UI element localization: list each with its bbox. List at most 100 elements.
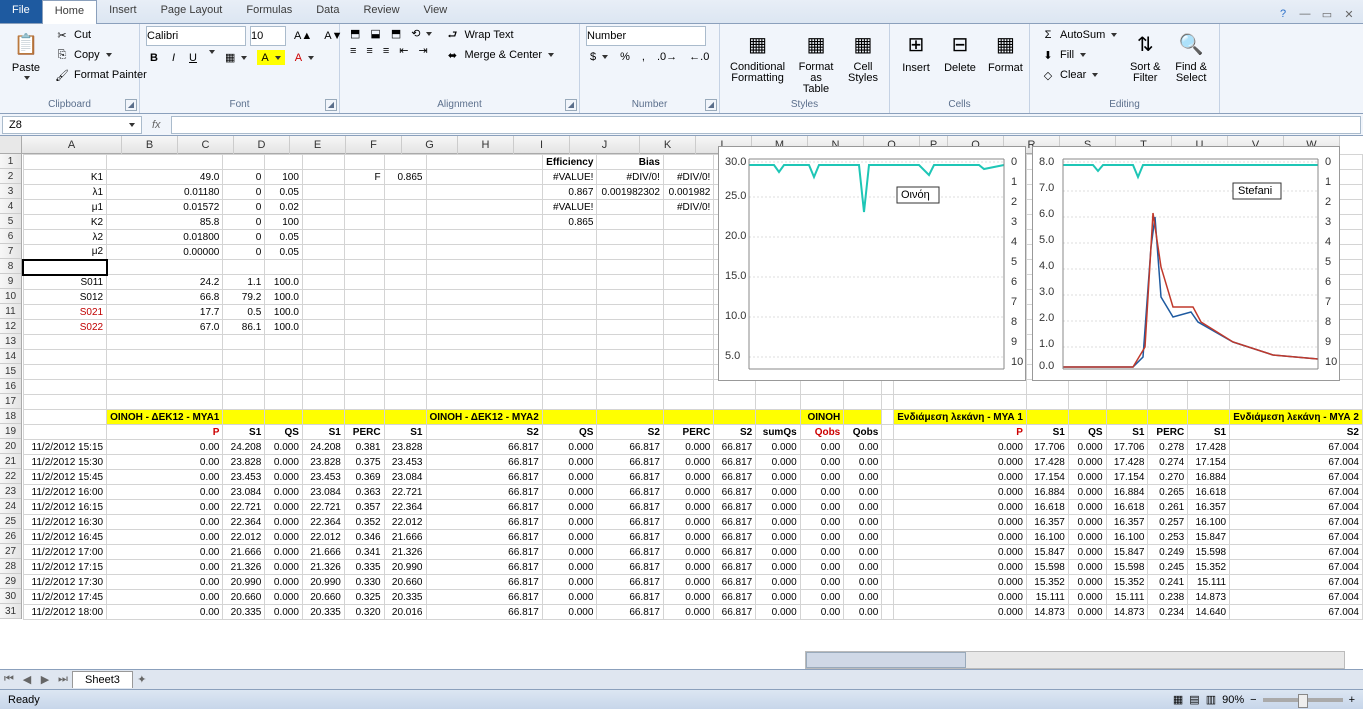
zoom-in-button[interactable]: + [1349, 694, 1355, 706]
cell[interactable]: 0.01800 [107, 230, 223, 245]
cell[interactable]: 0.000 [265, 545, 303, 560]
cell[interactable]: 0.000 [1068, 545, 1106, 560]
cell[interactable]: 66.817 [426, 440, 542, 455]
cell[interactable]: 22.012 [223, 530, 265, 545]
cell[interactable]: 23.084 [223, 485, 265, 500]
cell[interactable] [1188, 410, 1230, 425]
cell[interactable]: 0.000 [663, 500, 713, 515]
format-as-table-button[interactable]: ▦Format as Table [793, 26, 839, 97]
sheet-tab[interactable]: Sheet3 [72, 671, 133, 688]
cell[interactable]: 66.817 [714, 470, 756, 485]
cell[interactable] [663, 290, 713, 305]
sort-filter-button[interactable]: ⇅Sort & Filter [1125, 26, 1165, 86]
cell[interactable]: 0.000 [542, 575, 597, 590]
cell[interactable]: 15.598 [1106, 560, 1148, 575]
find-select-button[interactable]: 🔍Find & Select [1169, 26, 1213, 86]
cell[interactable] [542, 350, 597, 365]
cell[interactable] [714, 395, 756, 410]
cell[interactable]: 0.352 [344, 515, 384, 530]
cell[interactable] [302, 230, 344, 245]
cell[interactable]: 0.00 [107, 575, 223, 590]
row-header[interactable]: 7 [0, 244, 21, 259]
row-header[interactable]: 30 [0, 589, 21, 604]
cell[interactable] [756, 410, 800, 425]
cell[interactable] [384, 320, 426, 335]
cell[interactable] [223, 365, 265, 380]
cell[interactable] [1148, 395, 1188, 410]
cell[interactable]: 66.817 [714, 500, 756, 515]
cell[interactable]: 0.00 [844, 530, 882, 545]
row-header[interactable]: 25 [0, 514, 21, 529]
cell[interactable]: 0.865 [542, 215, 597, 230]
cell[interactable]: 11/2/2012 15:30 [23, 455, 107, 470]
worksheet-grid[interactable]: ABCDEFGHIJKLMNOPQRSTUVW 1234567891011121… [0, 136, 1363, 649]
minimize-icon[interactable]: — [1297, 6, 1313, 22]
cell[interactable]: S1 [1026, 425, 1068, 440]
cell[interactable]: S2 [597, 425, 663, 440]
cell[interactable] [882, 500, 894, 515]
cell[interactable]: μ2 [23, 245, 107, 260]
cell[interactable]: 0.270 [1148, 470, 1188, 485]
cell[interactable] [384, 410, 426, 425]
cell[interactable]: 23.084 [302, 485, 344, 500]
cell[interactable]: 0.245 [1148, 560, 1188, 575]
cell[interactable]: 66.817 [714, 605, 756, 620]
cell[interactable] [344, 260, 384, 275]
cell[interactable]: 0.000 [1068, 575, 1106, 590]
cell[interactable]: 0.000 [894, 545, 1027, 560]
cell[interactable]: 16.100 [1106, 530, 1148, 545]
cell[interactable]: 0.00 [107, 530, 223, 545]
clipboard-launcher-icon[interactable]: ◢ [125, 99, 137, 111]
cell[interactable]: 0.00000 [107, 245, 223, 260]
cell[interactable] [302, 170, 344, 185]
cell[interactable]: 0.000 [663, 575, 713, 590]
cell[interactable]: 0.320 [344, 605, 384, 620]
inc-decimal-button[interactable]: .0→ [653, 50, 681, 64]
cell[interactable]: 0.00 [107, 500, 223, 515]
cell[interactable]: 0.000 [756, 515, 800, 530]
cell[interactable]: ΟΙΝΟΗ - ΔΕΚ12 - ΜΥΑ2 [426, 410, 542, 425]
col-header[interactable]: E [290, 136, 346, 154]
cell[interactable] [1188, 395, 1230, 410]
cell[interactable]: 14.873 [1026, 605, 1068, 620]
dec-indent-button[interactable]: ⇤ [395, 43, 412, 58]
cell[interactable]: 23.084 [384, 470, 426, 485]
cell[interactable] [302, 275, 344, 290]
cell[interactable]: 22.012 [302, 530, 344, 545]
align-left-button[interactable]: ≡ [346, 43, 360, 58]
cell[interactable] [265, 260, 303, 275]
number-format-select[interactable] [586, 26, 706, 46]
cell[interactable]: 20.335 [384, 590, 426, 605]
cell[interactable]: 0.000 [1068, 560, 1106, 575]
cell[interactable]: 0.000 [756, 590, 800, 605]
cell[interactable]: 0.00 [107, 485, 223, 500]
cell[interactable]: 0.000 [756, 470, 800, 485]
percent-button[interactable]: % [616, 50, 634, 64]
cell[interactable]: 0.274 [1148, 455, 1188, 470]
cell[interactable]: S011 [23, 275, 107, 290]
cell[interactable]: 0.00 [844, 470, 882, 485]
currency-button[interactable]: $ [586, 50, 612, 64]
row-header[interactable]: 26 [0, 529, 21, 544]
italic-button[interactable]: I [168, 50, 179, 65]
format-painter-button[interactable]: 🖌Format Painter [50, 66, 151, 84]
cell[interactable] [223, 395, 265, 410]
row-header[interactable]: 15 [0, 364, 21, 379]
cell[interactable]: Qobs [800, 425, 844, 440]
autosum-button[interactable]: ΣAutoSum [1036, 26, 1121, 44]
cell[interactable] [882, 575, 894, 590]
cell[interactable]: 0.000 [1068, 470, 1106, 485]
cell[interactable] [384, 290, 426, 305]
cell[interactable]: 0.00 [800, 455, 844, 470]
cell[interactable] [882, 605, 894, 620]
select-all-corner[interactable] [0, 136, 22, 154]
cell[interactable]: 16.618 [1106, 500, 1148, 515]
cell[interactable]: 0 [223, 170, 265, 185]
cell[interactable] [344, 395, 384, 410]
cell[interactable]: 0 [223, 245, 265, 260]
cell[interactable]: 0.000 [1068, 500, 1106, 515]
cell[interactable] [302, 260, 344, 275]
cell[interactable] [542, 290, 597, 305]
cell[interactable]: 67.004 [1230, 605, 1363, 620]
cell[interactable] [107, 155, 223, 170]
